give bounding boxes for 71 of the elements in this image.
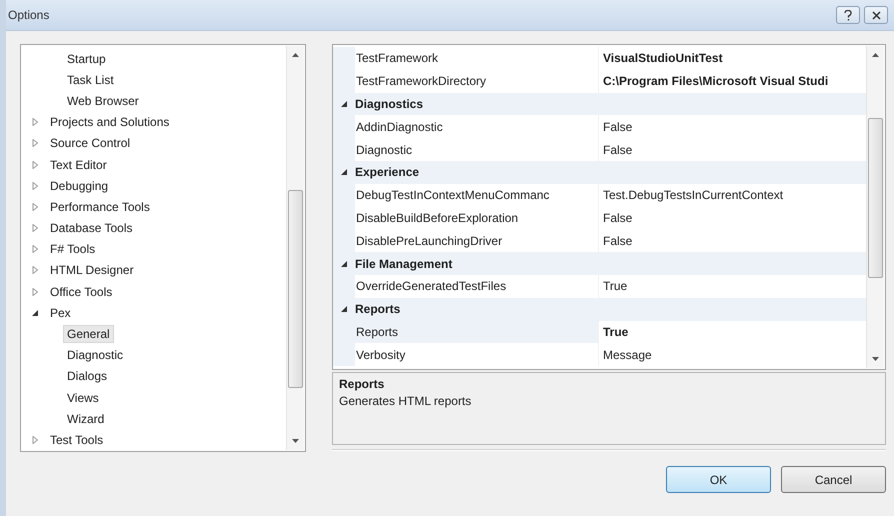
collapsed-arrow-icon[interactable] xyxy=(32,224,39,232)
scrollbar[interactable] xyxy=(286,46,304,450)
expanded-arrow-icon[interactable] xyxy=(340,100,348,108)
category-header[interactable]: Diagnostics xyxy=(355,96,424,111)
tree-item[interactable]: Projects and Solutions xyxy=(46,113,174,132)
category-header[interactable]: File Management xyxy=(355,256,452,271)
property-value[interactable]: Message xyxy=(599,343,652,366)
expanded-arrow-icon[interactable] xyxy=(340,305,348,314)
property-name[interactable]: TestFramework xyxy=(355,47,599,70)
expanded-arrow-icon[interactable] xyxy=(340,168,348,176)
tree-item[interactable]: HTML Designer xyxy=(46,261,138,280)
property-name[interactable]: AddinDiagnostic xyxy=(355,115,599,138)
property-name[interactable]: Verbosity xyxy=(355,343,599,366)
tree-item[interactable]: Office Tools xyxy=(46,282,116,301)
tree-item[interactable]: Web Browser xyxy=(63,92,143,110)
collapsed-arrow-icon[interactable] xyxy=(32,118,39,126)
scroll-down-icon[interactable] xyxy=(292,439,299,443)
scroll-thumb[interactable] xyxy=(288,190,303,388)
collapsed-arrow-icon[interactable] xyxy=(32,139,39,148)
scroll-thumb[interactable] xyxy=(868,118,883,278)
scrollbar[interactable] xyxy=(866,46,884,368)
scroll-down-icon[interactable] xyxy=(872,357,879,361)
tree-item[interactable]: Dialogs xyxy=(63,367,112,386)
scroll-up-icon[interactable] xyxy=(292,53,299,57)
collapsed-arrow-icon[interactable] xyxy=(32,182,39,190)
property-name[interactable]: DebugTestInContextMenuCommanc xyxy=(355,184,599,207)
description-title: Reports xyxy=(339,377,386,391)
collapsed-arrow-icon[interactable] xyxy=(32,245,39,254)
help-button[interactable] xyxy=(836,6,860,24)
property-value[interactable]: Test.DebugTestsInCurrentContext xyxy=(599,184,784,207)
collapsed-arrow-icon[interactable] xyxy=(32,202,39,211)
tree-item[interactable]: Source Control xyxy=(46,134,134,152)
ok-button[interactable]: OK xyxy=(666,466,771,493)
tree-item[interactable]: Wizard xyxy=(63,410,108,428)
tree-item[interactable]: Test Tools xyxy=(46,430,108,449)
help-icon xyxy=(844,10,852,20)
tree-item[interactable]: Views xyxy=(63,388,103,407)
property-value[interactable]: C:\Program Files\Microsoft Visual Studi xyxy=(599,70,828,93)
property-value[interactable]: False xyxy=(599,229,632,252)
collapsed-arrow-icon[interactable] xyxy=(32,436,39,444)
window-title: Options xyxy=(8,8,50,22)
property-value[interactable]: VisualStudioUnitTest xyxy=(599,47,723,70)
tree-item[interactable]: Database Tools xyxy=(46,219,136,238)
category-header[interactable]: Experience xyxy=(355,165,420,180)
expanded-arrow-icon[interactable] xyxy=(32,308,39,317)
collapsed-arrow-icon[interactable] xyxy=(32,160,39,169)
close-icon xyxy=(872,10,880,20)
description-text: Generates HTML reports xyxy=(339,394,472,408)
cancel-button[interactable]: Cancel xyxy=(781,466,886,493)
close-button[interactable] xyxy=(864,6,888,24)
collapsed-arrow-icon[interactable] xyxy=(32,266,39,274)
property-name[interactable]: Reports xyxy=(355,320,599,344)
property-value[interactable]: False xyxy=(599,206,632,230)
property-name[interactable]: DisableBuildBeforeExploration xyxy=(355,206,599,230)
tree-item[interactable]: Task List xyxy=(63,70,118,89)
collapsed-arrow-icon[interactable] xyxy=(32,288,39,296)
tree-item[interactable]: Startup xyxy=(63,50,110,68)
tree-item[interactable]: Pex xyxy=(46,304,75,322)
scroll-up-icon[interactable] xyxy=(872,53,879,57)
expanded-arrow-icon[interactable] xyxy=(340,260,348,268)
property-value[interactable]: True xyxy=(599,274,628,298)
tree-item[interactable]: F# Tools xyxy=(46,240,100,258)
property-value[interactable]: False xyxy=(599,138,632,161)
property-value[interactable]: True xyxy=(599,320,628,344)
category-header[interactable]: Reports xyxy=(355,302,400,316)
tree-item[interactable]: Debugging xyxy=(46,176,112,195)
tree-item[interactable]: General xyxy=(63,325,114,344)
property-value[interactable]: False xyxy=(599,115,632,138)
tree-item[interactable]: Diagnostic xyxy=(63,346,128,364)
tree-item[interactable]: Performance Tools xyxy=(46,198,154,216)
tree-item[interactable]: Text Editor xyxy=(46,156,111,174)
